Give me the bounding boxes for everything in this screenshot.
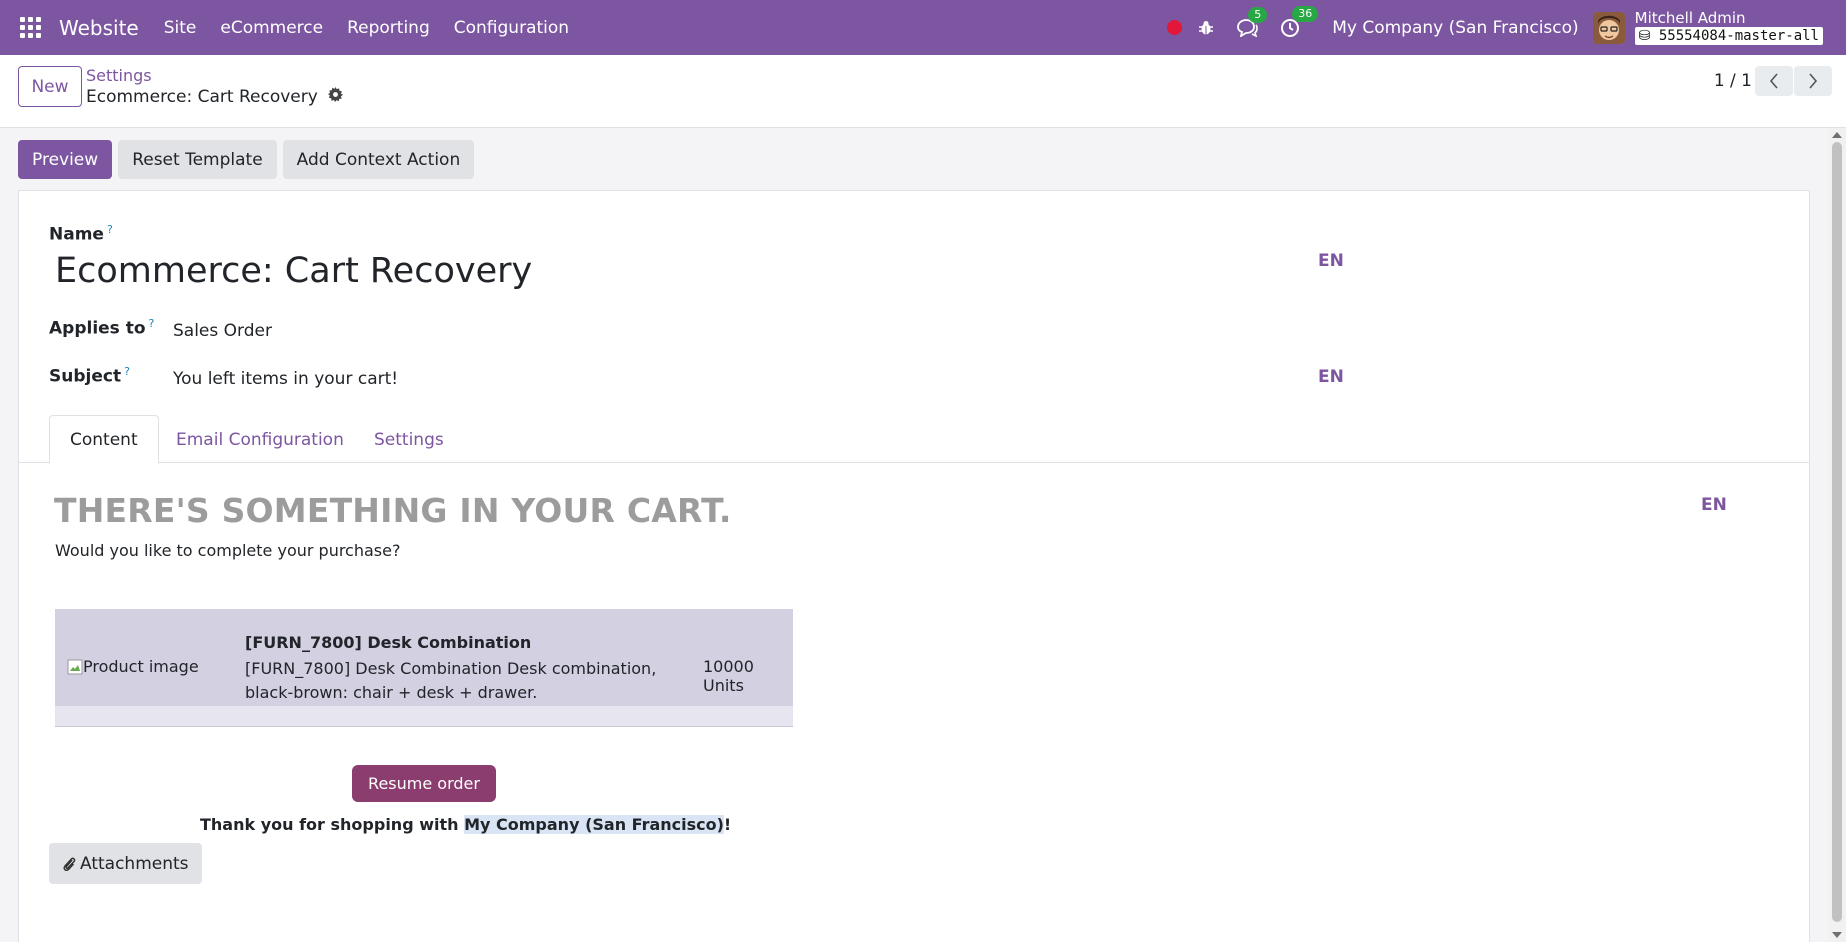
product-description: [FURN_7800] Desk Combination Desk combin…	[245, 659, 657, 702]
gear-icon[interactable]	[327, 87, 343, 107]
subject-translate-button[interactable]: EN	[1318, 367, 1344, 387]
thank-you-message: Thank you for shopping with My Company (…	[200, 815, 731, 834]
user-menu[interactable]: Mitchell Admin ⛁ 55554084-master-all	[1634, 9, 1823, 45]
scroll-down-arrow-icon[interactable]	[1832, 932, 1842, 938]
subject-label-text: Subject	[49, 366, 122, 387]
name-label: Name?	[49, 223, 113, 245]
subject-help-icon[interactable]: ?	[124, 365, 130, 378]
subject-label: Subject?	[49, 365, 130, 387]
page-scrollbar[interactable]	[1828, 128, 1846, 942]
scroll-up-arrow-icon[interactable]	[1832, 132, 1842, 138]
top-navbar: Website Site eCommerce Reporting Configu…	[0, 0, 1846, 55]
add-context-action-button[interactable]: Add Context Action	[282, 140, 475, 179]
menu-ecommerce[interactable]: eCommerce	[208, 18, 335, 38]
apps-menu-icon[interactable]	[20, 16, 42, 39]
chevron-right-icon	[1809, 73, 1818, 89]
breadcrumb-current-label: Ecommerce: Cart Recovery	[86, 87, 318, 107]
form-sheet: Name? Ecommerce: Cart Recovery EN Applie…	[18, 190, 1810, 942]
messages-chat-icon[interactable]: 5	[1236, 6, 1268, 37]
tab-content[interactable]: Content	[49, 415, 159, 464]
app-name[interactable]: Website	[59, 16, 139, 40]
database-name-text: 55554084-master-all	[1658, 28, 1819, 44]
email-subline: Would you like to complete your purchase…	[55, 541, 401, 560]
chevron-left-icon	[1769, 73, 1778, 89]
product-quantity: 10000 Units	[703, 657, 754, 695]
company-switcher[interactable]: My Company (San Francisco)	[1332, 18, 1578, 38]
notebook-tabs: Content Email Configuration Settings	[19, 415, 1809, 464]
menu-reporting[interactable]: Reporting	[335, 18, 442, 38]
cart-products-table: Product image [FURN_7800] Desk Combinati…	[55, 609, 793, 727]
breadcrumb-current: Ecommerce: Cart Recovery	[86, 87, 343, 107]
applies-to-field[interactable]: Sales Order	[173, 321, 272, 341]
pager-next-button[interactable]	[1794, 66, 1832, 96]
name-field[interactable]: Ecommerce: Cart Recovery	[55, 251, 532, 291]
name-help-icon[interactable]: ?	[107, 223, 113, 236]
reset-template-button[interactable]: Reset Template	[118, 140, 277, 179]
activities-count-badge: 36	[1292, 5, 1319, 22]
messages-count-badge: 5	[1248, 6, 1268, 23]
table-row: Product image [FURN_7800] Desk Combinati…	[55, 609, 793, 706]
menu-configuration[interactable]: Configuration	[442, 18, 581, 38]
tab-email-configuration[interactable]: Email Configuration	[176, 415, 344, 464]
form-action-buttons: Preview Reset Template Add Context Actio…	[18, 140, 480, 179]
name-translate-button[interactable]: EN	[1318, 251, 1344, 271]
recording-indicator-icon[interactable]	[1167, 20, 1183, 35]
product-image: Product image	[67, 657, 199, 676]
attachments-button[interactable]: Attachments	[49, 843, 202, 884]
new-button[interactable]: New	[18, 66, 82, 107]
paperclip-icon	[63, 857, 76, 871]
applies-to-label-text: Applies to	[49, 318, 146, 339]
product-image-alt: Product image	[83, 657, 199, 676]
thanks-prefix: Thank you for shopping with	[200, 815, 465, 834]
pager-value[interactable]: 1 / 1	[1714, 71, 1752, 91]
broken-image-icon	[67, 659, 83, 674]
control-panel: New Settings Ecommerce: Cart Recovery 1 …	[0, 55, 1846, 128]
user-avatar[interactable]	[1592, 11, 1625, 44]
name-label-text: Name	[49, 224, 104, 245]
menu-site[interactable]: Site	[152, 18, 209, 38]
subject-field[interactable]: You left items in your cart!	[173, 369, 398, 389]
top-menu: Site eCommerce Reporting Configuration	[152, 18, 581, 38]
pager-previous-button[interactable]	[1755, 66, 1793, 96]
attachments-label: Attachments	[80, 853, 189, 874]
breadcrumb-settings[interactable]: Settings	[86, 66, 152, 85]
debug-bug-icon[interactable]	[1198, 20, 1214, 36]
database-name: ⛁ 55554084-master-all	[1634, 27, 1823, 45]
thanks-suffix: !	[723, 815, 732, 834]
preview-button[interactable]: Preview	[18, 140, 113, 179]
activities-clock-icon[interactable]: 36	[1280, 5, 1319, 38]
systray: 5 36 My Company (San Francisco) Mitchell…	[1167, 0, 1846, 55]
product-title: [FURN_7800] Desk Combination	[245, 633, 532, 652]
applies-to-label: Applies to?	[49, 317, 154, 339]
body-translate-button[interactable]: EN	[1701, 495, 1727, 515]
resume-order-button[interactable]: Resume order	[352, 765, 496, 802]
thanks-company: My Company (San Francisco)	[464, 815, 724, 834]
user-name: Mitchell Admin	[1634, 9, 1746, 27]
applies-to-help-icon[interactable]: ?	[149, 317, 155, 330]
tab-settings[interactable]: Settings	[374, 415, 444, 464]
email-headline: THERE'S SOMETHING IN YOUR CART.	[54, 491, 732, 530]
scroll-thumb[interactable]	[1832, 142, 1842, 922]
